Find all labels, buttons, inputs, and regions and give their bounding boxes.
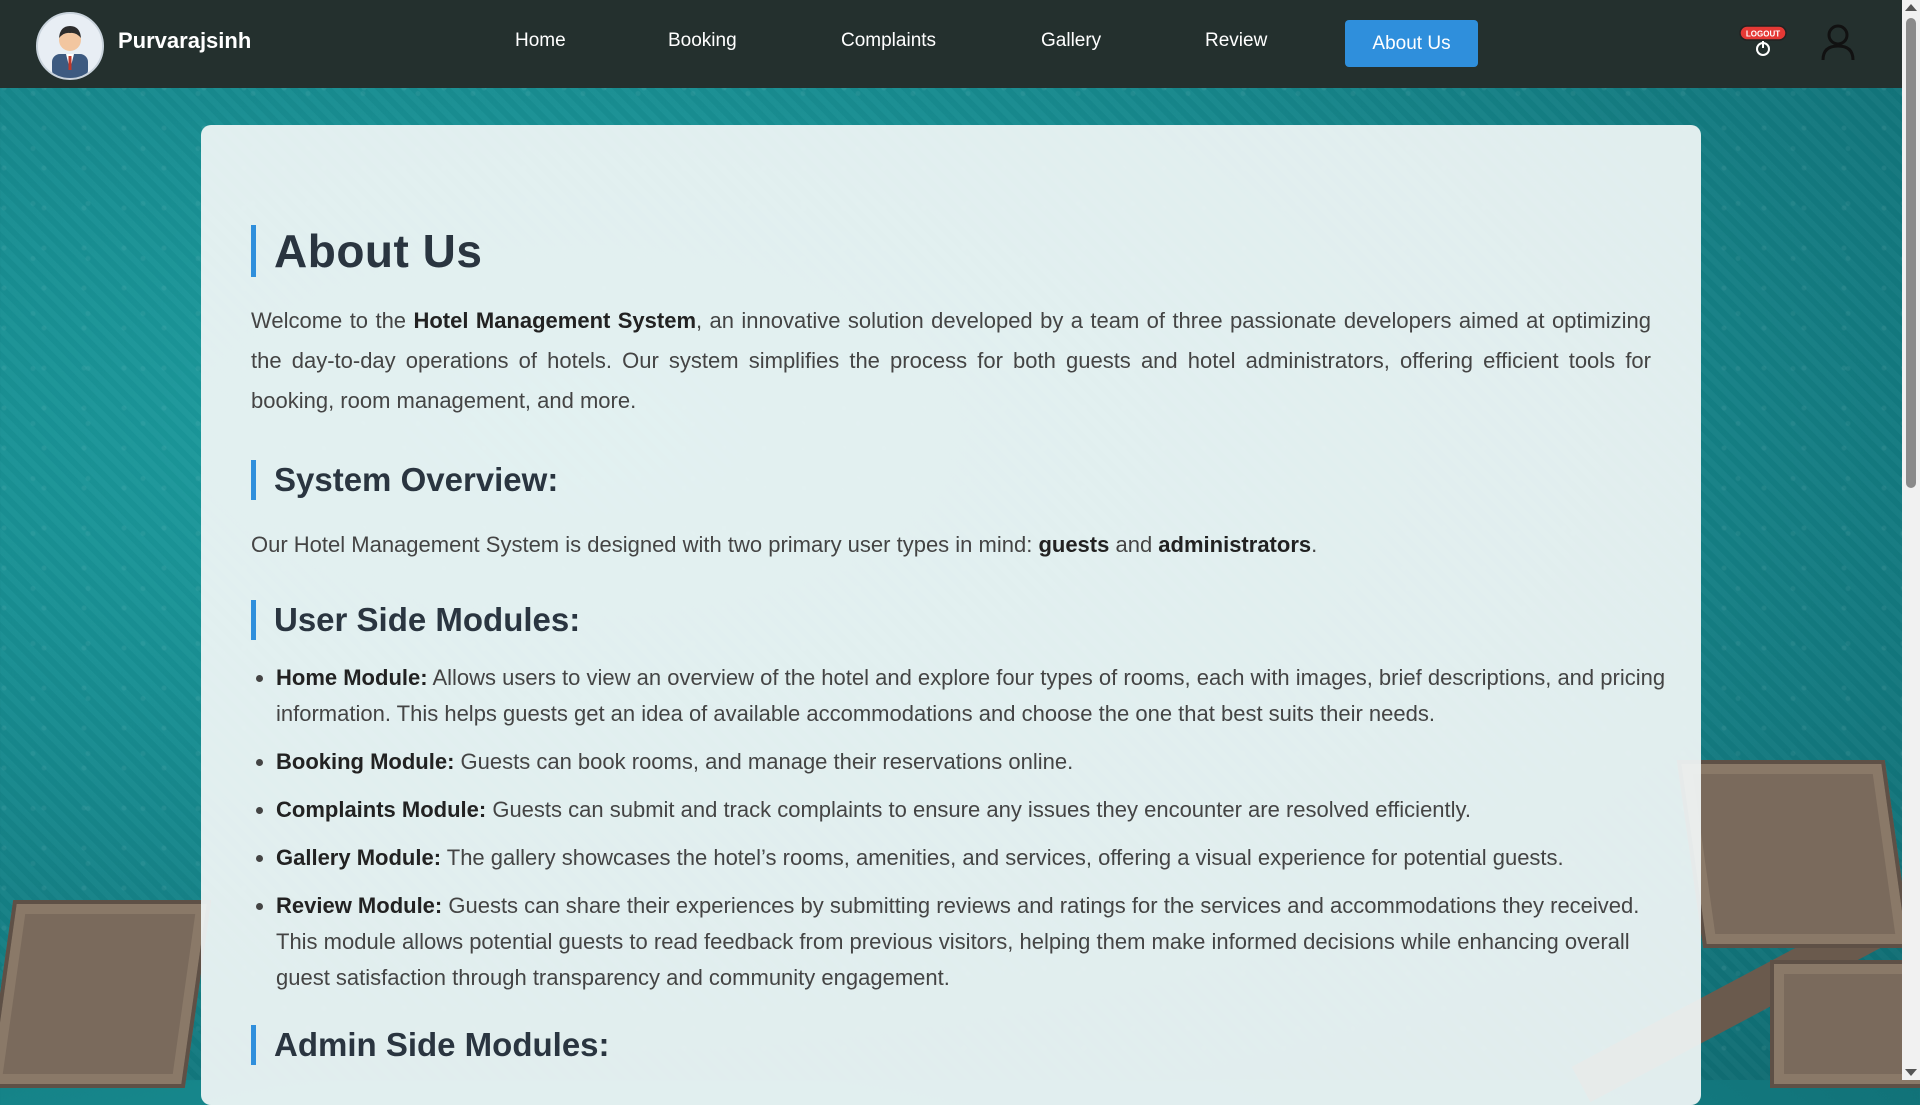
bungalow-decoration: [1676, 760, 1912, 948]
nav-link-complaints[interactable]: Complaints: [841, 30, 936, 52]
user-modules-list: Home Module: Allows users to view an ove…: [251, 660, 1676, 1008]
bungalow-decoration: [0, 900, 212, 1088]
list-item: Booking Module: Guests can book rooms, a…: [276, 744, 1676, 780]
logout-icon: LOGOUT: [1739, 25, 1787, 56]
nav-link-about-us[interactable]: About Us: [1345, 20, 1478, 67]
nav-link-review[interactable]: Review: [1205, 30, 1267, 52]
list-item: Complaints Module: Guests can submit and…: [276, 792, 1676, 828]
list-item: Gallery Module: The gallery showcases th…: [276, 840, 1676, 876]
username: Purvarajsinh: [118, 28, 252, 53]
scroll-down-arrow-icon[interactable]: [1905, 1069, 1917, 1076]
nav-link-home[interactable]: Home: [515, 30, 566, 52]
avatar[interactable]: [36, 12, 104, 80]
list-item: Home Module: Allows users to view an ove…: [276, 660, 1676, 732]
svg-text:LOGOUT: LOGOUT: [1746, 30, 1780, 39]
section-title-admin-modules: Admin Side Modules:: [251, 1025, 610, 1065]
about-card: About Us Welcome to the Hotel Management…: [201, 125, 1701, 1105]
top-navbar: Purvarajsinh Home Booking Complaints Gal…: [0, 0, 1902, 88]
scroll-up-arrow-icon[interactable]: [1905, 4, 1917, 11]
page-scrollbar[interactable]: [1902, 0, 1920, 1080]
scrollbar-thumb[interactable]: [1906, 18, 1916, 488]
intro-bold: Hotel Management System: [413, 308, 697, 333]
logout-button[interactable]: LOGOUT: [1738, 24, 1790, 58]
nav-link-booking[interactable]: Booking: [668, 30, 737, 52]
intro-paragraph: Welcome to the Hotel Management System, …: [251, 308, 1651, 413]
overview-paragraph: Our Hotel Management System is designed …: [251, 532, 1318, 557]
user-icon: [1821, 24, 1855, 61]
page-title: About Us: [251, 225, 482, 277]
section-title-system-overview: System Overview:: [251, 460, 558, 500]
bungalow-decoration: [1770, 960, 1920, 1088]
nav-link-gallery[interactable]: Gallery: [1041, 30, 1101, 52]
section-title-user-modules: User Side Modules:: [251, 600, 580, 640]
list-item: Review Module: Guests can share their ex…: [276, 888, 1676, 996]
user-profile-button[interactable]: [1818, 22, 1858, 62]
